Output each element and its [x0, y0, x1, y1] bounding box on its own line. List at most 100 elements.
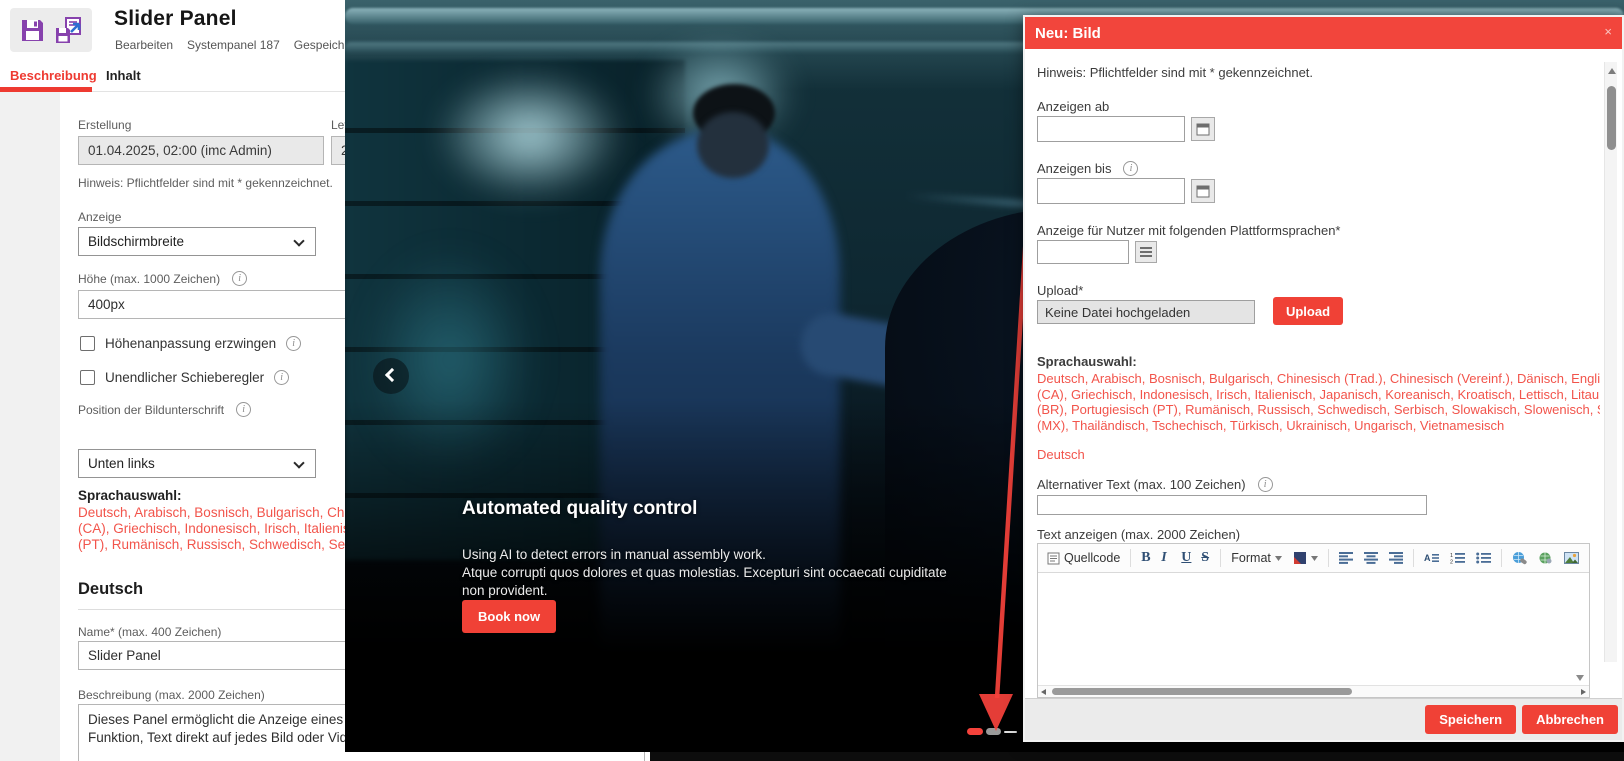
calendar-icon[interactable]	[1191, 179, 1215, 203]
scrollbar-thumb[interactable]	[1052, 688, 1352, 695]
modal-header: Neu: Bild ×	[1025, 17, 1622, 49]
sprachauswahl-label: Sprachauswahl:	[1037, 354, 1137, 369]
link-button[interactable]	[1508, 549, 1531, 567]
required-hint: Hinweis: Pflichtfelder sind mit * gekenn…	[1037, 65, 1313, 80]
slide-heading: Automated quality control	[462, 498, 697, 520]
save-button[interactable]: Speichern	[1425, 705, 1516, 734]
save-and-publish-icon[interactable]	[54, 16, 84, 45]
alt-text-input[interactable]	[1037, 495, 1427, 515]
upload-label: Upload*	[1037, 283, 1083, 298]
anzeigen-bis-input[interactable]	[1037, 178, 1185, 204]
erstellung-label: Erstellung	[78, 118, 131, 132]
modal-neu-bild: Neu: Bild × Hinweis: Pflichtfelder sind …	[1023, 15, 1624, 742]
name-label: Name* (max. 400 Zeichen)	[78, 625, 221, 639]
chevron-down-icon	[293, 457, 304, 468]
image-button[interactable]	[1560, 550, 1583, 566]
bildunterschrift-select[interactable]: Unten links	[78, 449, 316, 478]
divider	[1328, 549, 1329, 567]
divider	[1413, 549, 1414, 567]
text-color-button[interactable]	[1289, 549, 1322, 567]
chevron-down-icon	[1311, 556, 1318, 561]
plattformsprachen-input[interactable]	[1037, 240, 1129, 264]
breadcrumb-panel-id: Systempanel 187	[187, 38, 280, 52]
required-hint: Hinweis: Pflichtfelder sind mit * gekenn…	[78, 176, 333, 190]
editor-scroll-down-icon[interactable]	[1576, 675, 1584, 681]
bold-button[interactable]: B	[1137, 548, 1154, 568]
unlink-button[interactable]	[1534, 549, 1557, 567]
left-gutter	[0, 92, 60, 761]
align-right-button[interactable]	[1385, 550, 1407, 566]
tab-inhalt[interactable]: Inhalt	[106, 68, 141, 83]
photo-person-face	[697, 112, 769, 178]
anzeigen-bis-label: Anzeigen bis	[1037, 161, 1111, 176]
slider-prev-button[interactable]	[373, 358, 409, 394]
bildunterschrift-label: Position der Bildunterschrift	[78, 403, 224, 417]
tab-beschreibung[interactable]: Beschreibung	[10, 68, 97, 83]
calendar-icon[interactable]	[1191, 117, 1215, 141]
book-now-button[interactable]: Book now	[462, 600, 556, 633]
slider-dot[interactable]	[1004, 731, 1017, 733]
italic-button[interactable]: I	[1157, 548, 1174, 568]
info-icon[interactable]	[286, 336, 301, 351]
language-links-line[interactable]: (PT), Rumänisch, Russisch, Schwedisch, S…	[78, 537, 381, 552]
lower-panel-strip	[650, 752, 1624, 761]
scroll-left-icon[interactable]	[1041, 689, 1046, 695]
alt-text-label: Alternativer Text (max. 100 Zeichen)	[1037, 477, 1246, 492]
info-icon[interactable]	[1123, 161, 1138, 176]
anzeige-select[interactable]: Bildschirmbreite	[78, 227, 316, 256]
anzeigen-ab-label: Anzeigen ab	[1037, 99, 1109, 114]
bidi-button[interactable]: A	[1420, 550, 1443, 566]
align-left-button[interactable]	[1335, 550, 1357, 566]
anzeigen-ab-input[interactable]	[1037, 116, 1185, 142]
cancel-button[interactable]: Abbrechen	[1522, 705, 1618, 734]
hoehenanpassung-checkbox[interactable]	[80, 336, 95, 351]
hoehenanpassung-row: Höhenanpassung erzwingen	[80, 336, 301, 351]
scroll-up-icon[interactable]	[1608, 68, 1616, 74]
slider-dot-active[interactable]	[967, 728, 983, 735]
info-icon[interactable]	[1258, 477, 1273, 492]
upload-button[interactable]: Upload	[1273, 297, 1343, 325]
screen: Slider Panel Bearbeiten Systempanel 187 …	[0, 0, 1624, 761]
toolbar	[10, 8, 92, 52]
text-anzeigen-label: Text anzeigen (max. 2000 Zeichen)	[1037, 527, 1240, 542]
plattformsprachen-label: Anzeige für Nutzer mit folgenden Plattfo…	[1037, 223, 1341, 238]
language-links-line[interactable]: (CA), Griechisch, Indonesisch, Irisch, I…	[78, 521, 364, 536]
breadcrumb-mode: Bearbeiten	[115, 38, 173, 52]
modal-scrollbar[interactable]	[1604, 62, 1617, 662]
divider	[1130, 549, 1131, 567]
language-links-line[interactable]: (CA), Griechisch, Indonesisch, Irisch, I…	[1037, 387, 1600, 402]
align-center-button[interactable]	[1360, 550, 1382, 566]
bullet-list-button[interactable]	[1472, 550, 1495, 566]
editor-toolbar: Quellcode B I U S Format	[1038, 544, 1589, 573]
info-icon[interactable]	[236, 402, 251, 417]
photo-glow	[435, 70, 625, 200]
slide-text-line: non provident.	[462, 582, 548, 600]
svg-text:2: 2	[1450, 560, 1453, 565]
source-button[interactable]: Quellcode	[1043, 549, 1124, 567]
rich-text-editor: Quellcode B I U S Format	[1037, 543, 1590, 698]
divider	[1501, 549, 1502, 567]
hoehenanpassung-label: Höhenanpassung erzwingen	[105, 336, 276, 351]
numbered-list-button[interactable]: 12	[1446, 550, 1469, 566]
page-title: Slider Panel	[114, 7, 237, 31]
editor-horizontal-scrollbar[interactable]	[1038, 685, 1589, 697]
language-links-line[interactable]: (BR), Portugiesisch (PT), Rumänisch, Rus…	[1037, 402, 1600, 417]
close-icon[interactable]: ×	[1604, 25, 1612, 39]
selected-language-link[interactable]: Deutsch	[1037, 447, 1085, 462]
scrollbar-thumb[interactable]	[1607, 86, 1616, 150]
upload-filename	[1037, 300, 1255, 324]
language-links-line[interactable]: (MX), Thailändisch, Tschechisch, Türkisc…	[1037, 418, 1600, 433]
list-picker-icon[interactable]	[1135, 241, 1157, 263]
slider-dot[interactable]	[986, 728, 1001, 735]
info-icon[interactable]	[274, 370, 289, 385]
language-links-line[interactable]: Deutsch, Arabisch, Bosnisch, Bulgarisch,…	[1037, 371, 1600, 386]
strikethrough-button[interactable]: S	[1197, 548, 1214, 568]
anzeige-label: Anzeige	[78, 210, 121, 224]
scroll-right-icon[interactable]	[1581, 689, 1586, 695]
unendlicher-checkbox[interactable]	[80, 370, 95, 385]
editor-content[interactable]	[1038, 573, 1589, 685]
save-icon[interactable]	[19, 17, 46, 44]
info-icon[interactable]	[232, 271, 247, 286]
format-dropdown[interactable]: Format	[1227, 549, 1286, 567]
underline-button[interactable]: U	[1177, 548, 1194, 568]
